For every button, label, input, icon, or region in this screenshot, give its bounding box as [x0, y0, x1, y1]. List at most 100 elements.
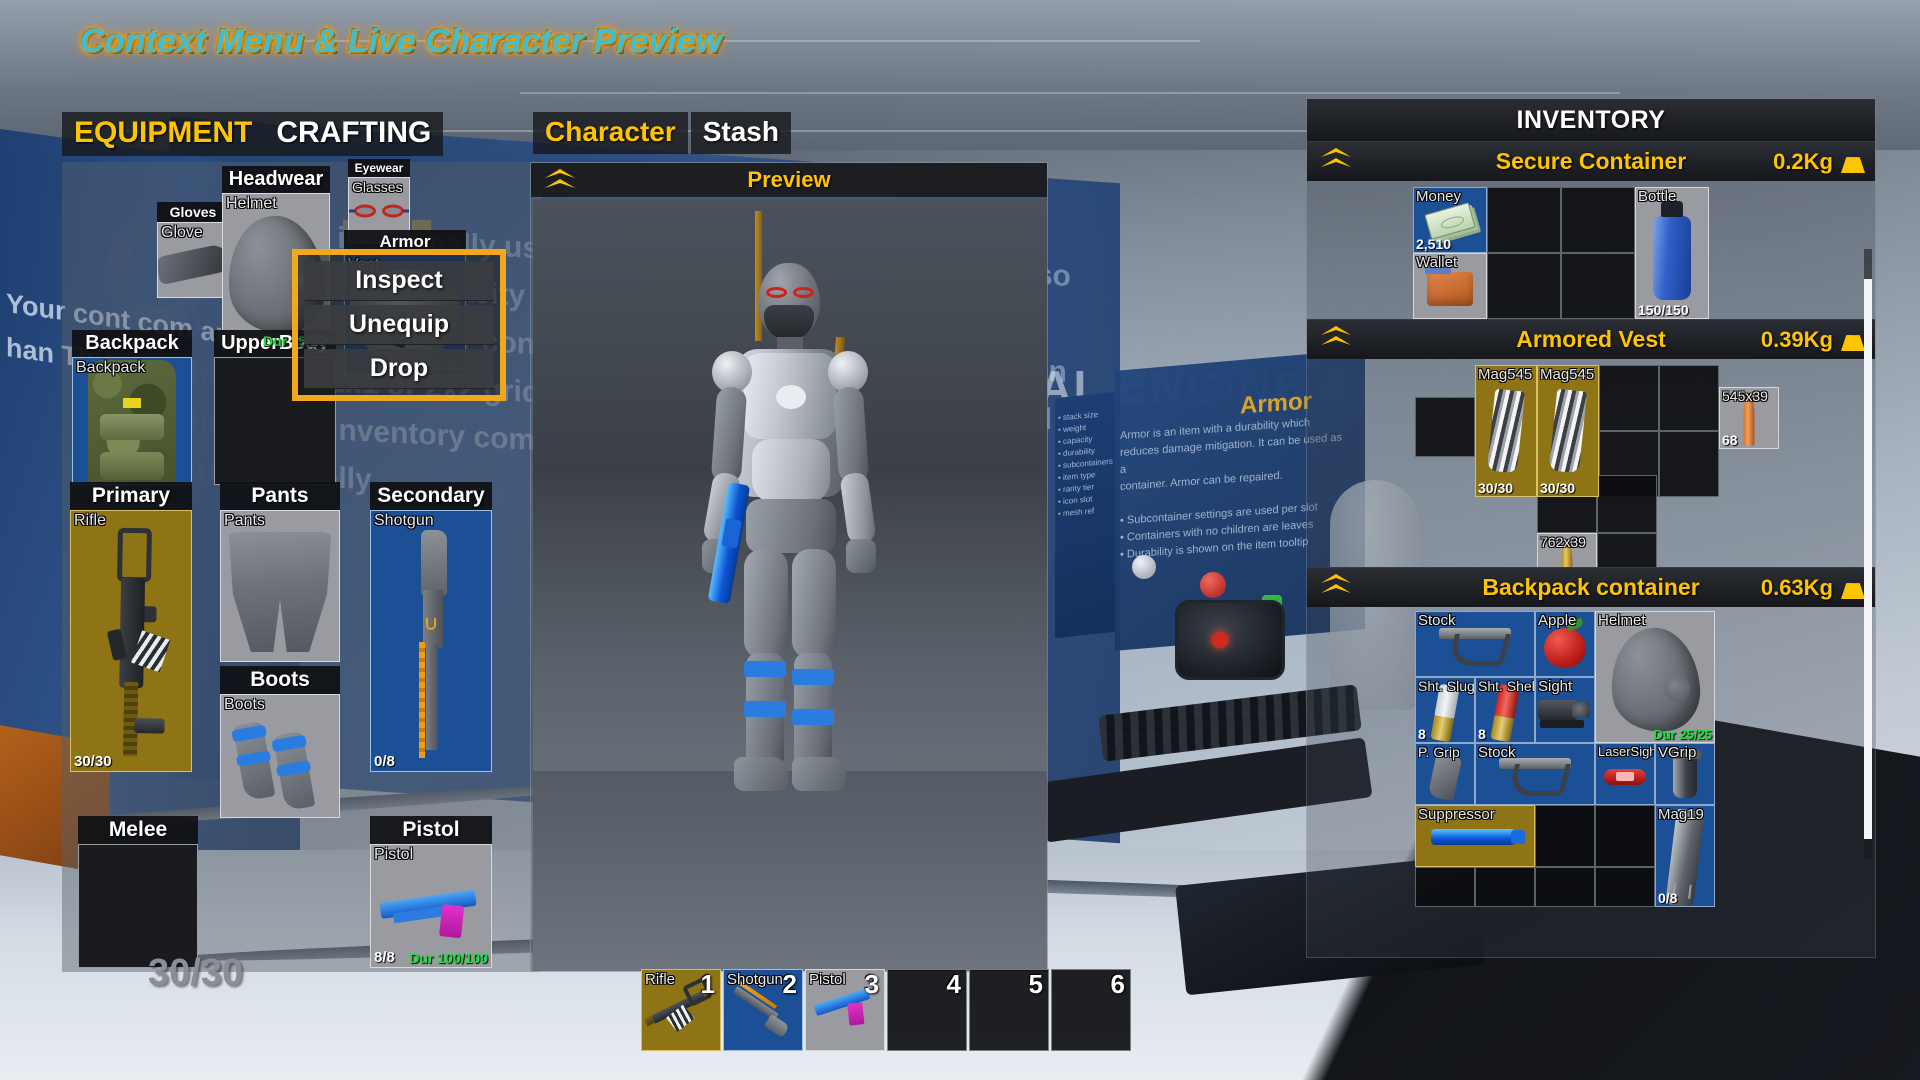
grid-cell[interactable]: [1487, 253, 1561, 319]
item-name: VGrip: [1658, 744, 1697, 761]
inventory-item-shotgun-slug[interactable]: Sht. Slug 8: [1415, 677, 1475, 743]
context-menu-item-unequip[interactable]: Unequip: [304, 305, 494, 345]
inventory-item-shotgun-shell[interactable]: Sht. Shell 8: [1475, 677, 1535, 743]
hotbar-slot-3[interactable]: Pistol 3: [805, 969, 885, 1051]
item-name: Mag545: [1478, 366, 1533, 383]
inventory-item-mag545[interactable]: Mag545 30/30: [1475, 365, 1537, 497]
inventory-item-money[interactable]: Money 2,510: [1413, 187, 1487, 253]
hotbar-slot-2[interactable]: Shotgun 2: [723, 969, 803, 1051]
inventory-item-apple[interactable]: Apple: [1535, 611, 1595, 677]
secure-container-grid[interactable]: Money 2,510 Wallet Bottle 150/150: [1307, 181, 1875, 319]
grid-cell[interactable]: [1415, 397, 1475, 457]
grid-cell[interactable]: [1561, 187, 1635, 253]
slot-secondary[interactable]: Secondary Shotgun 0/8: [370, 482, 492, 772]
item-name: 545x39: [1722, 388, 1768, 404]
slot-primary[interactable]: Primary Rifle 30/30: [70, 482, 192, 772]
hotbar-slot-5[interactable]: 5: [969, 969, 1049, 1051]
inventory-section-armored-vest[interactable]: Armored Vest 0.39Kg: [1307, 319, 1875, 359]
grid-cell[interactable]: [1599, 365, 1659, 431]
tab-stash[interactable]: Stash: [690, 112, 791, 154]
inventory-scrollbar-thumb[interactable]: [1864, 279, 1872, 839]
hotbar-slot-4[interactable]: 4: [887, 969, 967, 1051]
character-visor: [764, 305, 814, 339]
inventory-item-pistol-grip[interactable]: P. Grip: [1415, 743, 1475, 805]
inventory-item-sight[interactable]: Sight: [1535, 677, 1595, 743]
slot-backpack[interactable]: Backpack Backpack: [72, 330, 192, 485]
inventory-item-wallet[interactable]: Wallet: [1413, 253, 1487, 319]
slot-box-gloves[interactable]: Glove: [157, 222, 229, 298]
character-viewport[interactable]: [533, 199, 1047, 971]
slot-box-melee[interactable]: [78, 844, 198, 968]
context-menu[interactable]: Inspect Unequip Drop: [292, 249, 506, 401]
item-name: Apple: [1538, 612, 1577, 629]
grid-cell[interactable]: [1487, 187, 1561, 253]
grid-cell[interactable]: [1597, 475, 1657, 533]
grid-cell[interactable]: [1595, 867, 1655, 907]
weight-icon: [1841, 157, 1865, 173]
slot-gloves[interactable]: Gloves Glove: [157, 202, 229, 298]
character-model[interactable]: [640, 257, 940, 897]
inventory-item-stock[interactable]: Stock: [1415, 611, 1535, 677]
ammo-overlay: 30/30: [148, 952, 244, 994]
slot-pants[interactable]: Pants Pants: [220, 482, 340, 662]
preview-title: Preview: [747, 167, 831, 192]
inventory-item-helmet[interactable]: Helmet Dur 25/25: [1595, 611, 1715, 743]
slot-label-secondary: Secondary: [370, 482, 492, 510]
grid-cell[interactable]: [1561, 253, 1635, 319]
grid-cell[interactable]: [1415, 867, 1475, 907]
grid-cell[interactable]: [1535, 805, 1595, 867]
inventory-item-mag545[interactable]: Mag545 30/30: [1537, 365, 1599, 497]
slot-box-pistol[interactable]: Pistol 8/8 Dur 100/100: [370, 844, 492, 968]
inventory-item-545x39[interactable]: 545x39 68: [1719, 387, 1779, 449]
backpack-container-grid[interactable]: Stock Apple Helmet Dur 25/25 Sht. Slug 8…: [1307, 607, 1875, 907]
slot-box-backpack[interactable]: Backpack: [72, 357, 192, 485]
tab-crafting[interactable]: CRAFTING: [264, 112, 444, 156]
vertical-grip-icon: [1669, 750, 1701, 798]
boots-icon: [232, 720, 325, 811]
double-chevron-up-icon[interactable]: [541, 165, 581, 195]
inventory-item-mag19[interactable]: Mag19 0/8: [1655, 805, 1715, 907]
grid-cell[interactable]: [1595, 805, 1655, 867]
item-count: 30/30: [1478, 480, 1514, 496]
character-thigh-right: [792, 549, 836, 659]
armored-vest-grid[interactable]: Mag545 30/30 Mag545 30/30 545x39 68 762x…: [1307, 359, 1875, 597]
inventory-item-lasersight[interactable]: LaserSight: [1595, 743, 1655, 805]
inventory-item-vgrip[interactable]: VGrip: [1655, 743, 1715, 805]
grid-cell[interactable]: [1659, 431, 1719, 497]
page-title: Context Menu & Live Character Preview: [80, 22, 723, 59]
grid-cell[interactable]: [1475, 867, 1535, 907]
slot-boots[interactable]: Boots Boots: [220, 666, 340, 818]
tab-character[interactable]: Character: [533, 112, 688, 154]
pants-icon: [228, 532, 332, 652]
weight-icon: [1841, 583, 1865, 599]
double-chevron-up-icon[interactable]: [1317, 322, 1357, 352]
grid-cell[interactable]: [1535, 867, 1595, 907]
slot-pistol[interactable]: Pistol Pistol 8/8 Dur 100/100: [370, 816, 492, 968]
slot-box-primary[interactable]: Rifle 30/30: [70, 510, 192, 772]
background-sphere: [1200, 572, 1226, 598]
slot-label-pants: Pants: [220, 482, 340, 510]
double-chevron-up-icon[interactable]: [1317, 570, 1357, 600]
slot-melee[interactable]: Melee: [78, 816, 198, 968]
slot-box-pants[interactable]: Pants: [220, 510, 340, 662]
grid-cell[interactable]: [1659, 365, 1719, 431]
inventory-item-bottle[interactable]: Bottle 150/150: [1635, 187, 1709, 319]
preview-header[interactable]: Preview: [531, 163, 1047, 197]
character-eye-right: [793, 287, 814, 298]
inventory-item-stock-2[interactable]: Stock: [1475, 743, 1595, 805]
inventory-section-secure-container[interactable]: Secure Container 0.2Kg: [1307, 141, 1875, 181]
inventory-item-suppressor[interactable]: Suppressor: [1415, 805, 1535, 867]
character-emblem: [776, 385, 806, 409]
tab-equipment[interactable]: EQUIPMENT: [62, 112, 265, 156]
hotbar-slot-6[interactable]: 6: [1051, 969, 1131, 1051]
section-name: Backpack container: [1482, 574, 1700, 600]
game-screen: A capacity is normally used for stacking…: [0, 0, 1920, 1080]
context-menu-item-inspect[interactable]: Inspect: [304, 261, 494, 301]
double-chevron-up-icon[interactable]: [1317, 144, 1357, 174]
slot-box-secondary[interactable]: Shotgun 0/8: [370, 510, 492, 772]
item-count: 2,510: [1416, 236, 1452, 252]
context-menu-item-drop[interactable]: Drop: [304, 349, 494, 389]
hotbar-slot-1[interactable]: Rifle 1: [641, 969, 721, 1051]
inventory-section-backpack-container[interactable]: Backpack container 0.63Kg: [1307, 567, 1875, 607]
slot-box-boots[interactable]: Boots: [220, 694, 340, 818]
